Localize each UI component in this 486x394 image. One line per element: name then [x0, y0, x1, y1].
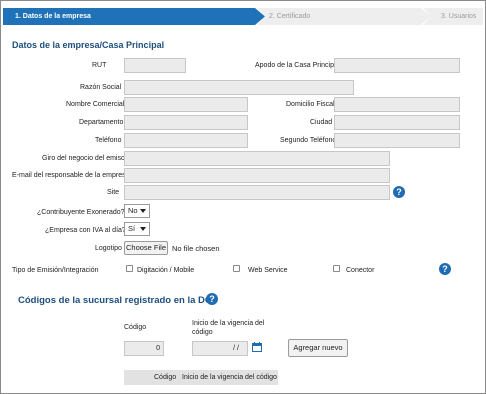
choose-file-button[interactable]: Choose File	[124, 241, 168, 255]
ciudad-input[interactable]	[334, 115, 460, 130]
codigo-input[interactable]: 0	[124, 341, 164, 356]
file-status: No file chosen	[172, 244, 220, 253]
segundo-telefono-label: Segundo Teléfono	[280, 137, 337, 144]
rut-label: RUT	[92, 62, 107, 69]
razon-social-label: Razón Social	[80, 84, 122, 91]
site-input[interactable]	[124, 185, 390, 200]
codigo-label: Código	[124, 324, 147, 331]
nombre-comercial-input[interactable]	[124, 97, 248, 112]
emision-help-icon[interactable]: ?	[439, 263, 451, 275]
domicilio-fiscal-label: Domicilio Fiscal	[286, 101, 335, 108]
iva-select[interactable]: Sí	[124, 222, 150, 236]
step-datos-empresa[interactable]: 1. Datos de la empresa	[3, 8, 265, 25]
chevron-down-icon	[140, 209, 146, 213]
departamento-label: Departamento	[79, 119, 124, 126]
step-usuarios[interactable]: 3. Usuarios	[423, 8, 483, 25]
iva-selected-value: Sí	[128, 224, 136, 233]
email-input[interactable]	[124, 168, 390, 183]
email-label: E-mail del responsable de la empresa	[12, 172, 130, 179]
branch-help-icon[interactable]: ?	[206, 293, 218, 305]
exonerado-label: ¿Contribuyente Exonerado?	[37, 209, 125, 216]
wizard-steps: 1. Datos de la empresa 2. Certificado 3.…	[3, 8, 483, 25]
rut-input[interactable]	[124, 58, 186, 73]
digitacion-label: Digitación / Mobile	[137, 267, 195, 274]
agregar-nuevo-button[interactable]: Agregar nuevo	[288, 339, 348, 357]
apodo-input[interactable]	[334, 58, 460, 73]
telefono-input[interactable]	[124, 133, 248, 148]
table-header-codigo: Código	[154, 374, 177, 381]
logotipo-label: Logotipo	[95, 245, 122, 252]
calendar-icon[interactable]	[252, 342, 262, 352]
step-certificado[interactable]: 2. Certificado	[257, 8, 431, 25]
table-header-vigencia: Inicio de la vigencia del código	[182, 374, 277, 381]
branch-section-title: Códigos de la sucursal registrado en la …	[18, 295, 215, 306]
vigencia-label-line-1: Inicio de la vigencia del	[192, 320, 265, 327]
company-section-title: Datos de la empresa/Casa Principal	[12, 40, 165, 50]
domicilio-fiscal-input[interactable]	[334, 97, 460, 112]
nombre-comercial-label: Nombre Comercial	[66, 101, 125, 108]
iva-label: ¿Empresa con IVA al día?	[45, 227, 126, 234]
giro-label: Giro del negocio del emisor	[42, 155, 128, 162]
site-help-icon[interactable]: ?	[393, 186, 405, 198]
web-service-label: Web Service	[248, 267, 288, 274]
telefono-label: Teléfono	[95, 137, 122, 144]
conector-checkbox[interactable]	[333, 265, 340, 272]
departamento-input[interactable]	[124, 115, 248, 130]
apodo-label: Apodo de la Casa Principal	[255, 62, 340, 69]
web-service-checkbox[interactable]	[233, 265, 240, 272]
razon-social-input[interactable]	[124, 80, 354, 95]
exonerado-selected-value: No	[128, 206, 138, 215]
sucursal-table-header: Código Inicio de la vigencia del código	[124, 370, 278, 385]
exonerado-select[interactable]: No	[124, 204, 150, 218]
conector-label: Conector	[346, 267, 375, 274]
giro-input[interactable]	[124, 151, 390, 166]
digitacion-checkbox[interactable]	[126, 265, 133, 272]
ciudad-label: Ciudad	[310, 119, 333, 126]
chevron-down-icon	[140, 227, 146, 231]
site-label: Site	[107, 189, 120, 196]
vigencia-label-line-2: código	[192, 329, 213, 336]
segundo-telefono-input[interactable]	[334, 133, 460, 148]
vigencia-date-input[interactable]: / /	[192, 341, 248, 356]
emision-label: Tipo de Emisión/Integración	[12, 267, 99, 274]
